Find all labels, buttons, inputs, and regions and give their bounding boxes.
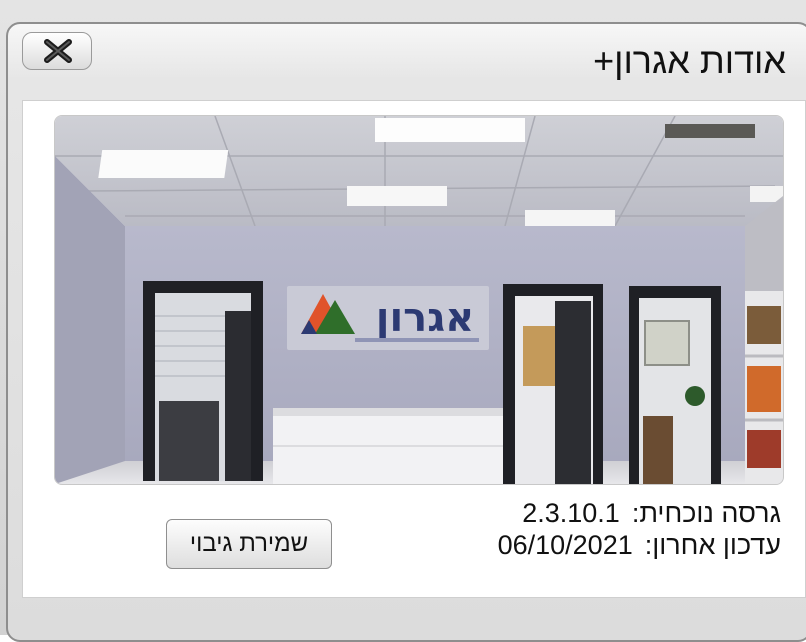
updated-label: עדכון אחרון: bbox=[644, 530, 781, 560]
version-info: גרסה נוכחית: 2.3.10.1 עדכון אחרון: 06/10/2… bbox=[498, 497, 781, 561]
version-value: 2.3.10.1 bbox=[522, 498, 620, 528]
dialog-title: אודות אגרון+ bbox=[593, 40, 786, 81]
close-icon bbox=[44, 39, 72, 63]
svg-text:אגרון: אגרון bbox=[376, 295, 475, 341]
office-reception-photo: אגרון bbox=[54, 115, 784, 485]
dialog-titlebar: אודות אגרון+ bbox=[8, 24, 806, 100]
about-dialog: אודות אגרון+ אגרון גרסה נוכחית:2.3.10.1 … bbox=[6, 22, 806, 642]
dialog-content: אגרון גרסה נוכחית:2.3.10.1 עדכון אחרון:0… bbox=[22, 100, 806, 598]
updated-value: 06/10/2021 bbox=[497, 530, 633, 560]
updated-row: עדכון אחרון: 06/10/2021 bbox=[498, 529, 781, 561]
save-backup-button[interactable]: שמירת גיבוי bbox=[166, 519, 332, 569]
close-button[interactable] bbox=[22, 32, 92, 70]
version-row: גרסה נוכחית: 2.3.10.1 bbox=[498, 497, 781, 529]
version-label: גרסה נוכחית: bbox=[631, 498, 781, 528]
